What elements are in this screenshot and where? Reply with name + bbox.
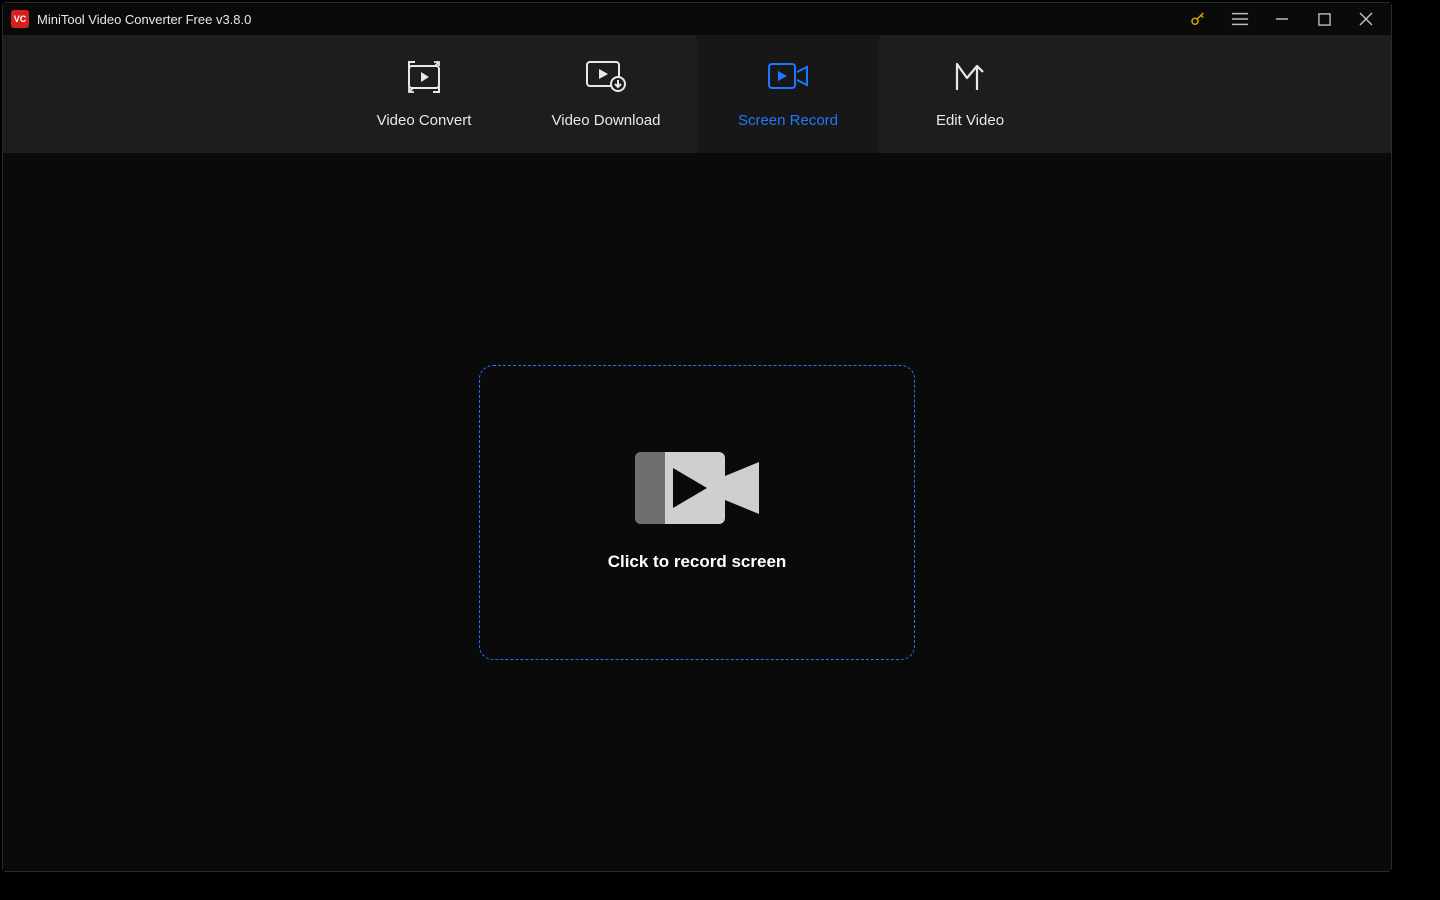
titlebar: VC MiniTool Video Converter Free v3.8.0 [3, 3, 1391, 35]
tab-label: Video Download [552, 112, 661, 129]
window-controls [1189, 10, 1383, 28]
tab-screen-record[interactable]: Screen Record [697, 35, 879, 153]
maximize-button[interactable] [1315, 10, 1333, 28]
main-toolbar: Video Convert Video Download [3, 35, 1391, 153]
convert-icon [404, 60, 444, 92]
content-area: Click to record screen [3, 153, 1391, 871]
download-icon [584, 60, 628, 92]
tab-label: Video Convert [377, 112, 472, 129]
record-screen-dropzone[interactable]: Click to record screen [479, 365, 915, 660]
tab-video-convert[interactable]: Video Convert [333, 35, 515, 153]
screen-record-icon [766, 60, 810, 92]
tab-label: Edit Video [936, 112, 1004, 129]
app-window: VC MiniTool Video Converter Free v3.8.0 [2, 2, 1392, 872]
app-logo-icon: VC [11, 10, 29, 28]
record-cta-label: Click to record screen [608, 552, 787, 572]
video-camera-icon [635, 452, 759, 524]
close-button[interactable] [1357, 10, 1375, 28]
menu-icon[interactable] [1231, 10, 1249, 28]
tab-label: Screen Record [738, 112, 838, 129]
minimize-button[interactable] [1273, 10, 1291, 28]
tab-video-download[interactable]: Video Download [515, 35, 697, 153]
edit-video-icon [953, 60, 987, 92]
key-icon[interactable] [1189, 10, 1207, 28]
app-title: MiniTool Video Converter Free v3.8.0 [37, 12, 251, 27]
tab-edit-video[interactable]: Edit Video [879, 35, 1061, 153]
